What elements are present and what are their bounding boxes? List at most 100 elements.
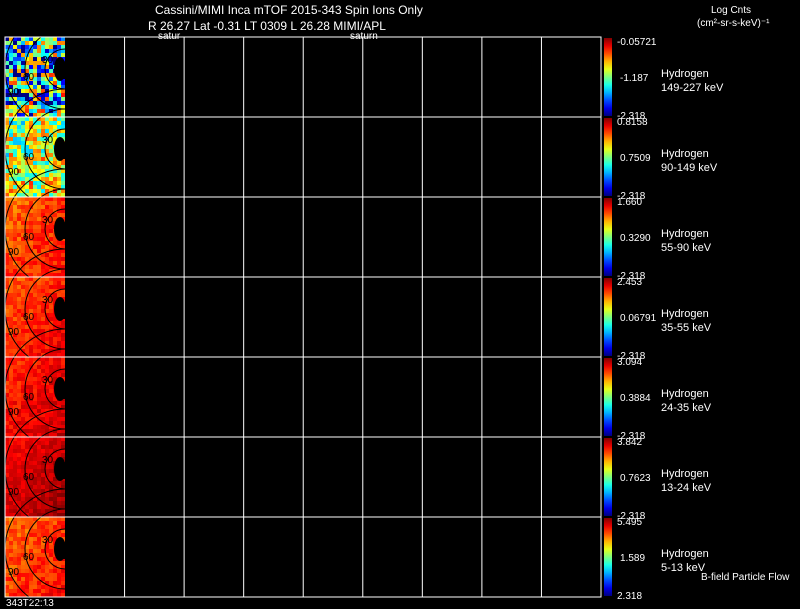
heatmap-cell	[33, 541, 37, 545]
heatmap-cell	[41, 149, 45, 153]
heatmap-cell	[45, 173, 49, 177]
heatmap-cell	[41, 521, 45, 525]
heatmap-cell	[53, 97, 57, 101]
heatmap-cell	[49, 181, 53, 185]
heatmap-cell	[41, 69, 45, 73]
heatmap-cell	[5, 389, 9, 393]
heatmap-cell	[17, 561, 21, 565]
colorbar	[604, 118, 612, 196]
heatmap-cell	[17, 501, 21, 505]
heatmap-cell	[33, 381, 37, 385]
heatmap-cell	[21, 457, 25, 461]
heatmap-cell	[25, 493, 29, 497]
heatmap-cell	[49, 165, 53, 169]
heatmap-cell	[5, 429, 9, 433]
heatmap-cell	[61, 249, 65, 253]
heatmap-cell	[41, 177, 45, 181]
heatmap-cell	[9, 153, 13, 157]
heatmap-cell	[41, 237, 45, 241]
heatmap-cell	[21, 289, 25, 293]
heatmap-cell	[17, 285, 21, 289]
heatmap-cell	[57, 521, 61, 525]
heatmap-cell	[25, 441, 29, 445]
heatmap-cell	[25, 173, 29, 177]
heatmap-cell	[37, 393, 41, 397]
heatmap-cell	[5, 145, 9, 149]
heatmap-cell	[5, 101, 9, 105]
heatmap-cell	[25, 97, 29, 101]
heatmap-cell	[41, 357, 45, 361]
heatmap-cell	[9, 385, 13, 389]
heatmap-cell	[45, 197, 49, 201]
heatmap-cell	[9, 133, 13, 137]
heatmap-cell	[57, 97, 61, 101]
heatmap-cell	[13, 313, 17, 317]
heatmap-cell	[33, 165, 37, 169]
heatmap-cell	[17, 121, 21, 125]
heatmap-cell	[33, 489, 37, 493]
heatmap-cell	[57, 413, 61, 417]
heatmap-cell	[53, 421, 57, 425]
heatmap-cell	[57, 577, 61, 581]
heatmap-cell	[17, 153, 21, 157]
planet-marker	[61, 303, 65, 308]
heatmap-cell	[41, 401, 45, 405]
heatmap-cell	[49, 369, 53, 373]
heatmap-cell	[41, 45, 45, 49]
heatmap-cell	[33, 53, 37, 57]
heatmap-cell	[49, 557, 53, 561]
heatmap-cell	[9, 509, 13, 513]
heatmap-cell	[53, 37, 57, 41]
heatmap-cell	[17, 541, 21, 545]
heatmap-cell	[29, 53, 33, 57]
heatmap-cell	[37, 109, 41, 113]
heatmap-cell	[57, 445, 61, 449]
heatmap-cell	[49, 325, 53, 329]
heatmap-cell	[53, 125, 57, 129]
heatmap-cell	[45, 529, 49, 533]
heatmap-cell	[61, 521, 65, 525]
heatmap-cell	[13, 373, 17, 377]
heatmap-cell	[17, 357, 21, 361]
heatmap-cell	[41, 313, 45, 317]
heatmap-cell	[53, 401, 57, 405]
heatmap-cell	[17, 37, 21, 41]
heatmap-cell	[33, 533, 37, 537]
heatmap-cell	[37, 41, 41, 45]
heatmap-cell	[49, 437, 53, 441]
heatmap-cell	[61, 493, 65, 497]
heatmap-cell	[49, 577, 53, 581]
heatmap-cell	[33, 409, 37, 413]
heatmap-cell	[53, 281, 57, 285]
heatmap-cell	[49, 553, 53, 557]
heatmap-cell	[9, 557, 13, 561]
heatmap-cell	[17, 525, 21, 529]
heatmap-cell	[61, 329, 65, 333]
heatmap-cell	[21, 533, 25, 537]
heatmap-cell	[25, 189, 29, 193]
heatmap-cell	[49, 253, 53, 257]
heatmap-cell	[61, 113, 65, 117]
heatmap-cell	[41, 85, 45, 89]
heatmap-cell	[37, 453, 41, 457]
heatmap-cell	[41, 589, 45, 593]
heatmap-cell	[21, 117, 25, 121]
heatmap-cell	[29, 265, 33, 269]
heatmap-cell	[53, 561, 57, 565]
heatmap-cell	[37, 397, 41, 401]
heatmap-cell	[53, 337, 57, 341]
heatmap-cell	[17, 549, 21, 553]
heatmap-cell	[29, 429, 33, 433]
heatmap-cell	[9, 301, 13, 305]
heatmap-cell	[37, 77, 41, 81]
heatmap-cell	[53, 589, 57, 593]
heatmap-cell	[13, 521, 17, 525]
heatmap-cell	[33, 525, 37, 529]
heatmap-cell	[21, 37, 25, 41]
heatmap-cell	[37, 113, 41, 117]
heatmap-cell	[9, 541, 13, 545]
heatmap-cell	[37, 457, 41, 461]
heatmap-cell	[49, 449, 53, 453]
heatmap-cell	[37, 121, 41, 125]
heatmap-cell	[33, 305, 37, 309]
